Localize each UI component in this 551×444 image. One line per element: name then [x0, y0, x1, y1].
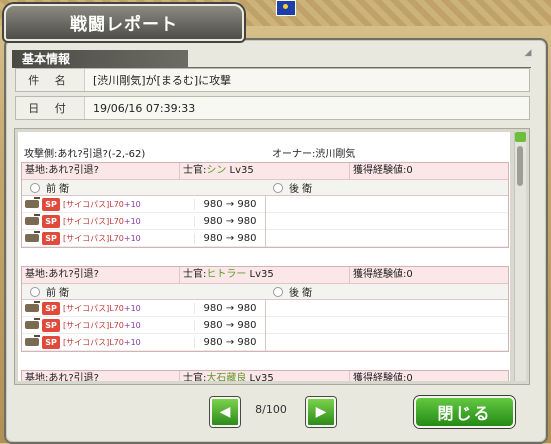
rear-position: 後 衛 [265, 284, 508, 299]
window-title: 戦闘レポート [4, 4, 244, 41]
unit-block: 基地:あれ?引退? 士官:大石藏良 Lv35 獲得経験値:0 [21, 370, 509, 381]
front-units: SP [サイコパス]L70+10 980 → 980 SP [サイコパス]L70+10… [22, 196, 265, 247]
officer-name: シン [206, 165, 227, 176]
tank-icon [25, 231, 40, 242]
page-indicator: 8/100 [255, 403, 287, 416]
tank-icon [25, 197, 40, 208]
flag-icon [276, 0, 296, 16]
scroll-up-icon[interactable] [515, 132, 526, 142]
report-panel: 攻撃側:あれ?引退?(-2,-62) オーナー:渋川剛気 基地:あれ?引退? 士… [14, 128, 530, 385]
left-arrow-icon: ◀ [219, 404, 231, 420]
base-name: 基地:あれ?引退? [22, 371, 180, 381]
unit-block: 基地:あれ?引退? 士官:シン Lv35 獲得経験値:0 前 衛 後 衛 SP[… [21, 162, 509, 248]
tank-icon [25, 318, 40, 329]
block-header: 基地:あれ?引退? 士官:大石藏良 Lv35 獲得経験値:0 [22, 371, 508, 381]
sp-badge: SP [42, 301, 60, 315]
unit-type: [サイコパス]L70+10 [63, 216, 141, 226]
unit-row: SP [サイコパス]L70+10 980 → 980 [22, 300, 265, 317]
base-name: 基地:あれ?引退? [22, 163, 180, 179]
exp-gained: 獲得経験値:0 [353, 269, 413, 280]
position-header: 前 衛 後 衛 [22, 180, 508, 196]
unit-row: SP [サイコパス]L70+10 980 → 980 [22, 317, 265, 334]
officer-info: 士官:大石藏良 Lv35 [180, 371, 350, 381]
front-position: 前 衛 [22, 284, 265, 299]
unit-hp: 980 → 980 [194, 215, 265, 227]
sp-badge: SP [42, 318, 60, 332]
exp-gained: 獲得経験値:0 [353, 373, 413, 381]
date-value: 19/06/16 07:39:33 [93, 101, 196, 115]
block-header: 基地:あれ?引退? 士官:シン Lv35 獲得経験値:0 [22, 163, 508, 180]
officer-name: 大石藏良 [206, 373, 247, 381]
position-header: 前 衛 後 衛 [22, 284, 508, 300]
tank-icon [25, 301, 40, 312]
subject-label: 件 名 [16, 69, 85, 91]
subject-value: [渋川剛気]が[まるむ]に攻撃 [93, 74, 232, 87]
unit-row: SP [サイコパス]L70+10 980 → 980 [22, 213, 265, 230]
unit-hp: 980 → 980 [194, 198, 265, 210]
sp-badge: SP [42, 197, 60, 211]
unit-type: [サイコパス]L70+10 [63, 337, 141, 347]
unit-hp: 980 → 980 [194, 302, 265, 314]
rear-units [265, 300, 508, 351]
attack-summary: 攻撃側:あれ?引退?(-2,-62) オーナー:渋川剛気 [24, 145, 504, 160]
next-page-button[interactable]: ▶ [306, 397, 336, 427]
front-units: SP [サイコパス]L70+10 980 → 980 SP [サイコパス]L70+10… [22, 300, 265, 351]
officer-info: 士官:ヒトラー Lv35 [180, 267, 350, 283]
subject-row: 件 名 [渋川剛気]が[まるむ]に攻撃 [15, 68, 530, 92]
right-arrow-icon: ▶ [315, 404, 327, 420]
base-name: 基地:あれ?引退? [22, 267, 180, 283]
sp-badge: SP [42, 335, 60, 349]
block-header: 基地:あれ?引退? 士官:ヒトラー Lv35 獲得経験値:0 [22, 267, 508, 284]
scrollbar[interactable] [514, 132, 526, 381]
exp-gained: 獲得経験値:0 [353, 165, 413, 176]
radio-icon[interactable] [273, 286, 283, 297]
unit-hp: 980 → 980 [194, 336, 265, 348]
unit-type: [サイコパス]L70+10 [63, 320, 141, 330]
basic-info-heading: 基本情報 [12, 50, 188, 68]
radio-icon[interactable] [30, 182, 40, 193]
tank-icon [25, 214, 40, 225]
unit-type: [サイコパス]L70+10 [63, 303, 141, 313]
front-position: 前 衛 [22, 180, 265, 195]
officer-info: 士官:シン Lv35 [180, 163, 350, 179]
sp-badge: SP [42, 231, 60, 245]
scroll-thumb[interactable] [517, 146, 523, 186]
unit-block: 基地:あれ?引退? 士官:ヒトラー Lv35 獲得経験値:0 前 衛 後 衛 S… [21, 266, 509, 352]
unit-type: [サイコパス]L70+10 [63, 233, 141, 243]
tank-icon [25, 335, 40, 346]
rear-units [265, 196, 508, 247]
resize-icon[interactable]: ◢ [523, 48, 533, 58]
close-button[interactable]: 閉じる [414, 396, 515, 428]
unit-row: SP [サイコパス]L70+10 980 → 980 [22, 196, 265, 213]
report-content[interactable]: 攻撃側:あれ?引退?(-2,-62) オーナー:渋川剛気 基地:あれ?引退? 士… [18, 132, 510, 381]
officer-name: ヒトラー [206, 269, 247, 280]
unit-hp: 980 → 980 [194, 232, 265, 244]
attacker-text: 攻撃側:あれ?引退?(-2,-62) [24, 149, 146, 160]
unit-row: SP [サイコパス]L70+10 980 → 980 [22, 334, 265, 351]
unit-hp: 980 → 980 [194, 319, 265, 331]
unit-type: [サイコパス]L70+10 [63, 199, 141, 209]
radio-icon[interactable] [30, 286, 40, 297]
date-row: 日 付 19/06/16 07:39:33 [15, 96, 530, 120]
owner-text: オーナー:渋川剛気 [272, 149, 356, 160]
date-label: 日 付 [16, 97, 85, 119]
prev-page-button[interactable]: ◀ [210, 397, 240, 427]
radio-icon[interactable] [273, 182, 283, 193]
unit-row: SP [サイコパス]L70+10 980 → 980 [22, 230, 265, 247]
sp-badge: SP [42, 214, 60, 228]
rear-position: 後 衛 [265, 180, 508, 195]
